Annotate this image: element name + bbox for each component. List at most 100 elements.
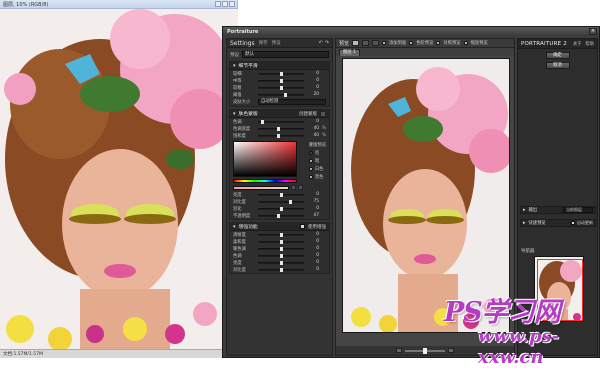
slider-track[interactable]	[258, 267, 304, 272]
radio-dot[interactable]	[436, 41, 441, 45]
slider-handle[interactable]	[279, 232, 283, 237]
eyedropper-plus-icon[interactable]	[298, 185, 303, 190]
slider-value[interactable]: 47	[307, 213, 319, 218]
slider-value[interactable]: 0	[307, 267, 319, 272]
split-view-button[interactable]	[362, 40, 370, 46]
slider-handle[interactable]	[279, 85, 283, 90]
slider-value[interactable]: 0	[307, 192, 319, 197]
preset-select[interactable]: 默认	[242, 51, 329, 58]
slider-value[interactable]: 40	[307, 126, 319, 131]
skin-color-swatch[interactable]	[233, 185, 289, 190]
collapse-triangle-icon[interactable]: ▸	[523, 207, 526, 213]
slider-track[interactable]	[258, 253, 304, 258]
slider-track[interactable]	[258, 133, 304, 138]
cancel-button[interactable]: 取消	[545, 62, 570, 69]
detail-smoothing-header[interactable]: ▾ 细节平滑	[230, 62, 329, 70]
slider-handle[interactable]	[279, 239, 283, 244]
slider-track[interactable]	[258, 119, 304, 124]
slider-track[interactable]	[258, 232, 304, 237]
radio-option[interactable]: 亮	[308, 150, 326, 156]
help-link[interactable]: 帮助	[585, 41, 594, 47]
slider-track[interactable]	[258, 260, 304, 265]
slider-track[interactable]	[258, 78, 304, 83]
preview-option[interactable]: 对照预览	[443, 40, 460, 46]
slider-value[interactable]: 0	[307, 71, 319, 76]
slider-value[interactable]: 0	[307, 260, 319, 265]
zoom-out-button[interactable]	[396, 348, 402, 353]
split-horizontal-button[interactable]	[372, 40, 380, 46]
slider-value[interactable]: 0	[307, 119, 319, 124]
dialog-close-button[interactable]: ×	[589, 28, 597, 35]
use-enhance-option[interactable]: 使用增强	[300, 224, 326, 230]
slider-value[interactable]: 0	[307, 239, 319, 244]
collapse-triangle-icon[interactable]: ▾	[233, 111, 236, 117]
create-mask-option[interactable]: 创建蒙版	[299, 110, 326, 117]
slider-track[interactable]	[258, 192, 304, 197]
slider-handle[interactable]	[288, 199, 292, 204]
slider-value[interactable]: 0	[307, 253, 319, 258]
about-link[interactable]: 关于	[573, 41, 582, 47]
slider-track[interactable]	[258, 126, 304, 131]
collapse-triangle-icon[interactable]: ▾	[233, 224, 236, 230]
save-settings-link[interactable]: 保存	[259, 40, 268, 46]
single-view-button[interactable]	[352, 40, 360, 46]
slider-value[interactable]: 0	[307, 246, 319, 251]
preview-option[interactable]: 色阶预览	[416, 40, 433, 46]
slider-handle[interactable]	[277, 133, 281, 138]
minimize-button[interactable]	[215, 1, 221, 7]
slider-handle[interactable]	[261, 119, 265, 124]
slider-value[interactable]: 75	[307, 199, 319, 204]
eyedropper-icon[interactable]	[291, 185, 296, 190]
skin-size-select[interactable]: 自动检测	[258, 99, 326, 105]
redo-icon[interactable]: ↷	[325, 40, 329, 46]
slider-track[interactable]	[258, 213, 304, 218]
slider-track[interactable]	[258, 239, 304, 244]
skin-mask-header[interactable]: ▾ 肤色蒙版 创建蒙版	[230, 110, 329, 118]
slider-handle[interactable]	[277, 213, 281, 218]
radio-dot[interactable]	[382, 41, 387, 45]
slider-handle[interactable]	[284, 92, 288, 97]
slider-track[interactable]	[258, 246, 304, 251]
radio-dot[interactable]	[308, 151, 313, 155]
slider-track[interactable]	[258, 199, 304, 204]
maximize-button[interactable]	[222, 1, 228, 7]
hue-strip[interactable]	[233, 179, 297, 183]
radio-dot[interactable]	[463, 41, 468, 45]
auto-update-option[interactable]: 自动更新	[571, 220, 593, 226]
preview-option[interactable]: 添加到面	[389, 40, 406, 46]
radio-option[interactable]: 暗	[308, 158, 326, 164]
zoom-slider-handle[interactable]	[423, 347, 427, 354]
create-mask-icon[interactable]	[320, 110, 326, 117]
slider-track[interactable]	[258, 71, 304, 76]
slider-handle[interactable]	[279, 78, 283, 83]
radio-dot[interactable]	[409, 41, 414, 45]
collapse-triangle-icon[interactable]: ▾	[233, 63, 236, 69]
slider-handle[interactable]	[279, 246, 283, 251]
slider-handle[interactable]	[279, 267, 283, 272]
color-field[interactable]	[233, 141, 297, 177]
slider-handle[interactable]	[277, 126, 281, 131]
slider-track[interactable]	[258, 206, 304, 211]
auto-update-checkbox[interactable]	[571, 221, 575, 225]
radio-option[interactable]: 黑色	[308, 174, 326, 180]
slider-track[interactable]	[258, 85, 304, 90]
ok-button[interactable]: 确定	[545, 52, 570, 59]
use-enhance-checkbox[interactable]	[300, 224, 305, 229]
slider-handle[interactable]	[279, 71, 283, 76]
slider-value[interactable]: 0	[307, 232, 319, 237]
slider-handle[interactable]	[279, 260, 283, 265]
close-button[interactable]	[229, 1, 235, 7]
undo-icon[interactable]: ↶	[319, 40, 323, 46]
slider-handle[interactable]	[279, 206, 283, 211]
slider-value[interactable]: 0	[307, 206, 319, 211]
slider-track[interactable]	[258, 92, 304, 97]
radio-dot[interactable]	[308, 167, 313, 171]
preset-settings-link[interactable]: 预设	[272, 40, 281, 46]
radio-dot[interactable]	[308, 159, 313, 163]
slider-handle[interactable]	[279, 192, 283, 197]
enhancements-header[interactable]: ▾ 增强功能 使用增强	[230, 223, 329, 231]
slider-handle[interactable]	[279, 253, 283, 258]
radio-dot[interactable]	[308, 175, 313, 179]
preview-option[interactable]: 缩放预览	[471, 40, 488, 46]
collapse-triangle-icon[interactable]: ▸	[523, 220, 526, 226]
